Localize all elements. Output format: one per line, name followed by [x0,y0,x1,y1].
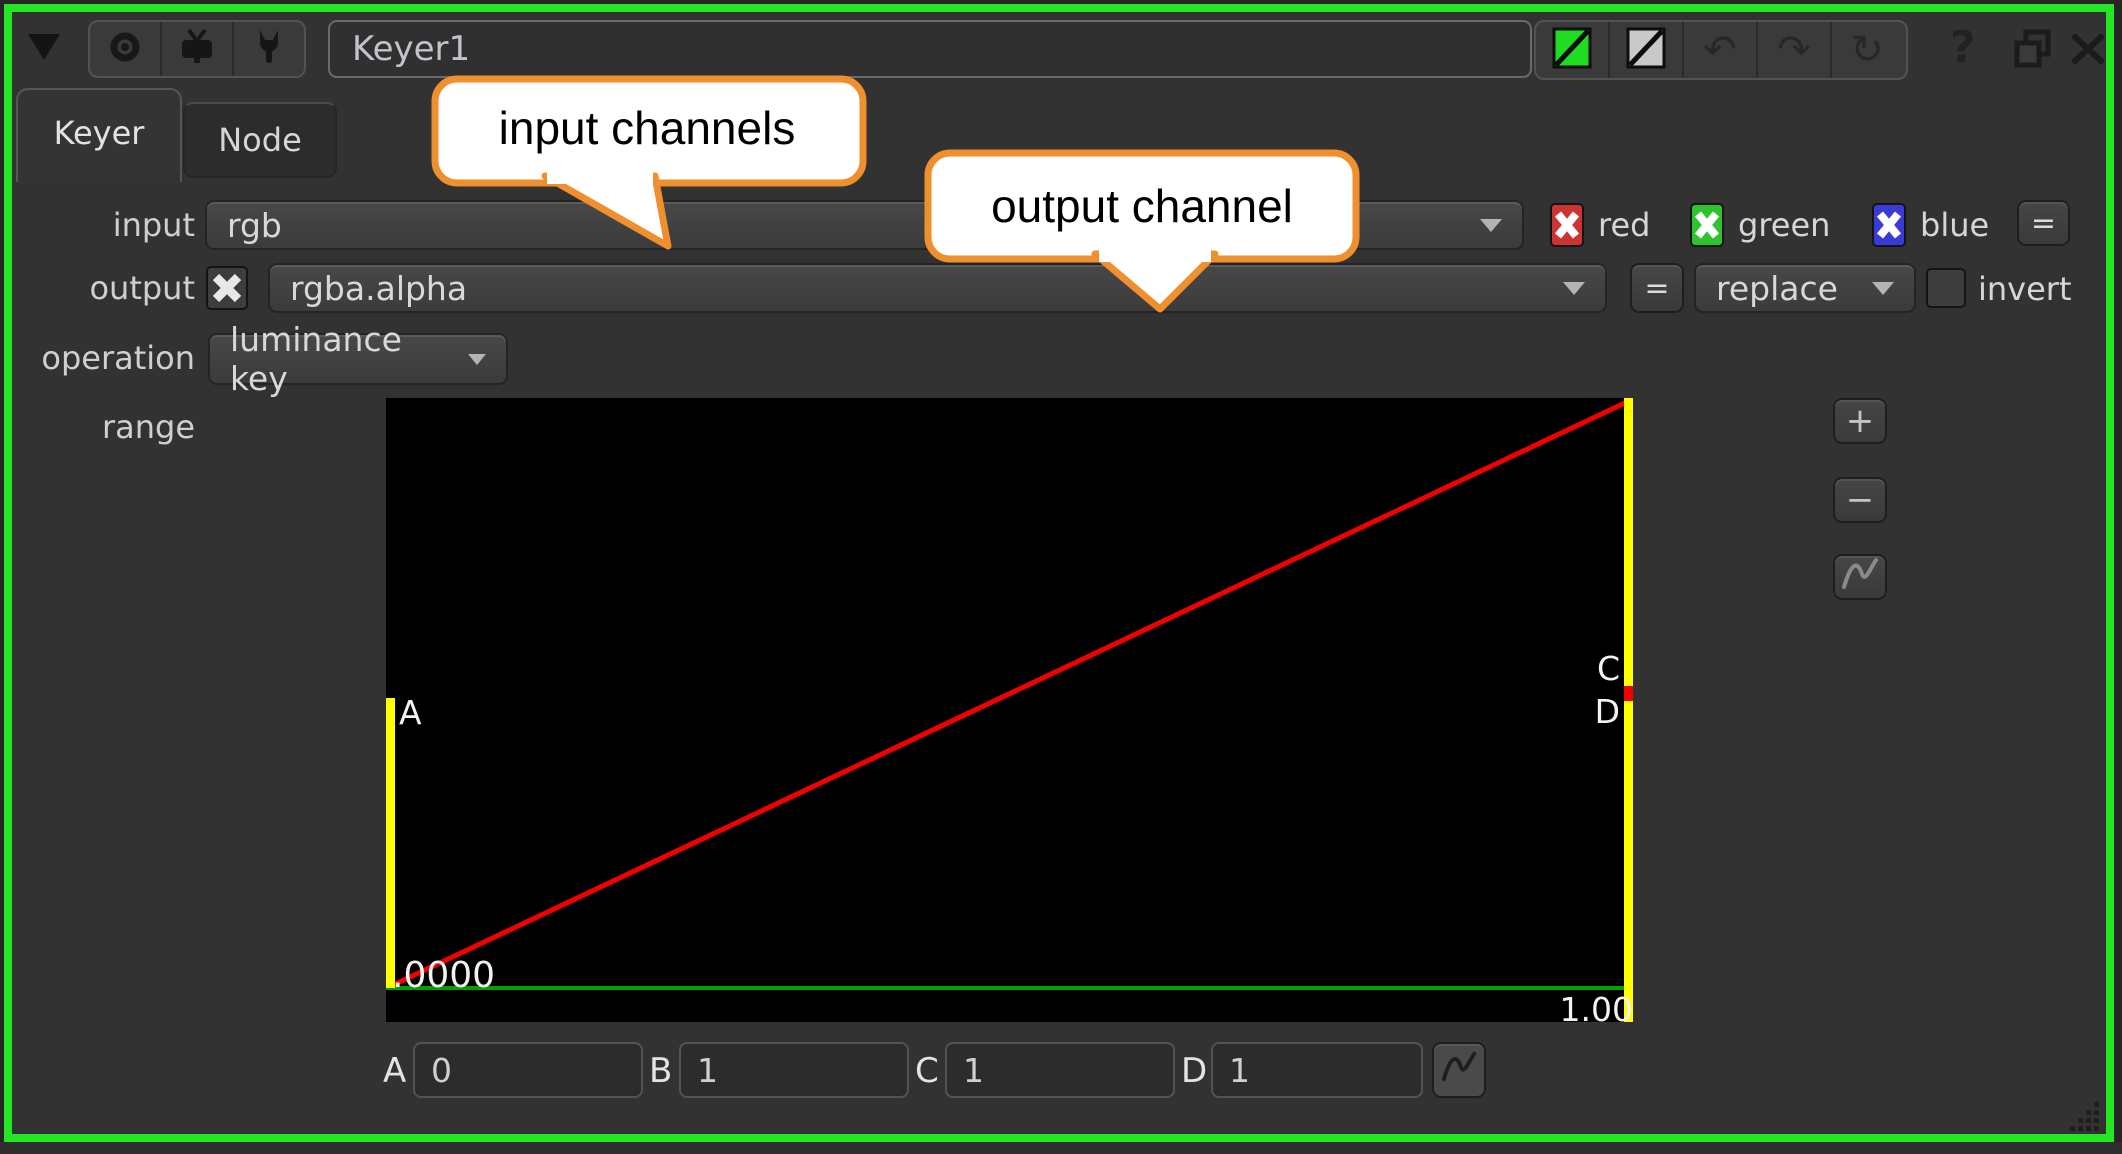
resize-grip[interactable] [2062,1094,2102,1138]
check-x-icon [1877,210,1901,240]
ramp-curve-button[interactable] [1432,1042,1486,1098]
point-a-value: 0 [431,1051,452,1090]
point-a-label: A [383,1052,406,1090]
center-in-node-graph-button[interactable] [90,22,162,76]
point-b-value: 1 [697,1051,718,1090]
float-panel-button[interactable] [2013,29,2053,73]
invert-label: invert [1978,271,2072,307]
check-x-icon [1555,210,1579,240]
settings-button[interactable] [234,22,304,76]
curve-max-value: 1.00 [1533,992,1633,1028]
operation-label: operation [15,340,195,376]
help-button[interactable]: ? [1950,22,1976,73]
curve-icon [1839,554,1881,600]
chevron-down-icon [1480,219,1502,232]
point-b-field[interactable]: 1 [679,1042,909,1098]
input-channels-value: rgb [227,206,282,245]
equals-icon: = [2031,206,2056,241]
show-panel-color-button[interactable] [1536,22,1610,78]
node-name-value: Keyer1 [352,29,470,69]
point-c-label: C [915,1052,939,1090]
merge-mode-dropdown[interactable]: replace [1694,263,1916,313]
handle-red-tick [1624,686,1633,701]
curve-min-value: .0000 [392,958,495,994]
chevron-down-icon [468,354,486,365]
plus-icon: + [1846,401,1875,441]
titlebar-left-button-group [88,20,306,78]
point-c-field[interactable]: 1 [945,1042,1175,1098]
channel-green-label: green [1738,207,1830,243]
redo-icon: ↷ [1777,27,1811,73]
handle-c-yellow-line [1624,398,1633,686]
curve-editor-button[interactable] [1833,554,1887,600]
output-channel-callout-text: output channel [928,153,1356,259]
range-label: range [15,409,195,445]
output-equals-button[interactable]: = [1630,263,1684,313]
input-label: input [15,207,195,243]
input-equals-button[interactable]: = [2017,200,2070,246]
channel-red-label: red [1598,207,1650,243]
output-channel-value: rgba.alpha [290,269,467,308]
zoom-in-button[interactable]: + [1833,398,1887,444]
close-panel-button[interactable] [2071,33,2105,69]
gray-swatch-icon [1626,27,1666,73]
curve-handle-c-label: C [1570,651,1620,687]
node-color-button[interactable] [1610,22,1684,78]
merge-mode-value: replace [1716,269,1838,308]
chevron-down-icon [1872,282,1894,295]
point-d-value: 1 [1229,1051,1250,1090]
range-curve-canvas [386,398,1633,1022]
operation-dropdown[interactable]: luminance key [208,333,508,385]
green-swatch-icon [1552,27,1592,73]
titlebar-right-button-group: ↶ ↷ ↻ [1534,20,1908,80]
handle-ab-yellow-line [386,698,395,988]
point-a-field[interactable]: 0 [413,1042,643,1098]
wrench-icon [252,28,286,70]
handle-d-yellow-line [1624,701,1633,1022]
redo-button[interactable]: ↷ [1758,22,1832,78]
window-bottom-strip [0,1142,2122,1154]
channel-green-checkbox[interactable] [1690,203,1724,247]
ramp-red-line [391,401,1629,986]
output-enable-checkbox[interactable] [206,266,248,310]
circled-dot-icon [107,29,143,69]
close-icon [2071,50,2105,69]
equals-icon: = [1644,271,1669,306]
curve-handle-d-label: D [1570,694,1620,730]
tab-node-label: Node [218,121,302,159]
operation-value: luminance key [230,320,468,398]
channel-blue-label: blue [1920,207,1989,243]
help-icon: ? [1950,22,1976,73]
zoom-out-button[interactable]: − [1833,477,1887,523]
check-x-icon [212,273,242,303]
curve-handle-a-label: A [399,695,422,731]
revert-icon: ↻ [1850,27,1884,73]
curve-icon [1439,1047,1479,1093]
keyer-properties-window: Keyer1 ↶ ↷ ↻ [0,0,2122,1154]
channel-blue-checkbox[interactable] [1872,203,1906,247]
minus-icon: − [1846,480,1875,520]
range-curve-editor[interactable] [386,398,1633,1022]
invert-checkbox[interactable] [1926,268,1966,308]
point-b-label: B [649,1052,672,1090]
float-window-icon [2013,54,2053,73]
output-label: output [15,270,195,306]
tv-monitor-icon [177,28,217,70]
collapse-triangle-icon[interactable] [27,33,61,65]
undo-icon: ↶ [1703,27,1737,73]
chevron-down-icon [1563,282,1585,295]
undo-button[interactable]: ↶ [1684,22,1758,78]
tab-keyer[interactable]: Keyer [16,88,182,182]
tab-node[interactable]: Node [183,102,337,178]
channel-red-checkbox[interactable] [1550,203,1584,247]
revert-button[interactable]: ↻ [1832,22,1902,78]
tab-keyer-label: Keyer [54,114,145,152]
input-channels-callout-text: input channels [432,76,862,180]
point-d-label: D [1181,1052,1207,1090]
monitor-output-button[interactable] [162,22,234,76]
check-x-icon [1695,210,1719,240]
point-d-field[interactable]: 1 [1211,1042,1423,1098]
point-c-value: 1 [963,1051,984,1090]
